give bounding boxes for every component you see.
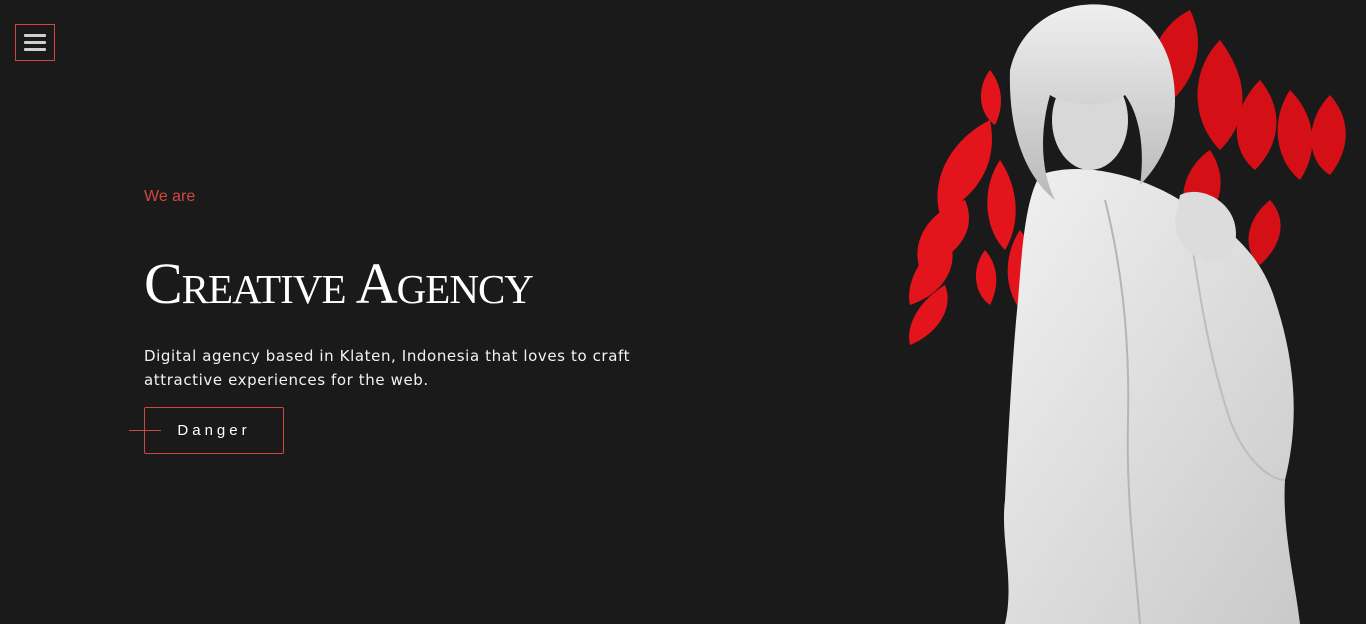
hamburger-icon-bar	[24, 34, 46, 37]
hamburger-icon-bar	[24, 48, 46, 51]
hero-eyebrow: We are	[144, 188, 196, 205]
hero-image	[909, 4, 1346, 624]
danger-button[interactable]: Danger	[144, 407, 284, 454]
hero-title: Creative Agency	[144, 251, 534, 316]
hero-description: Digital agency based in Klaten, Indonesi…	[144, 347, 631, 389]
menu-toggle-button[interactable]	[15, 24, 55, 61]
hamburger-icon-bar	[24, 41, 46, 44]
